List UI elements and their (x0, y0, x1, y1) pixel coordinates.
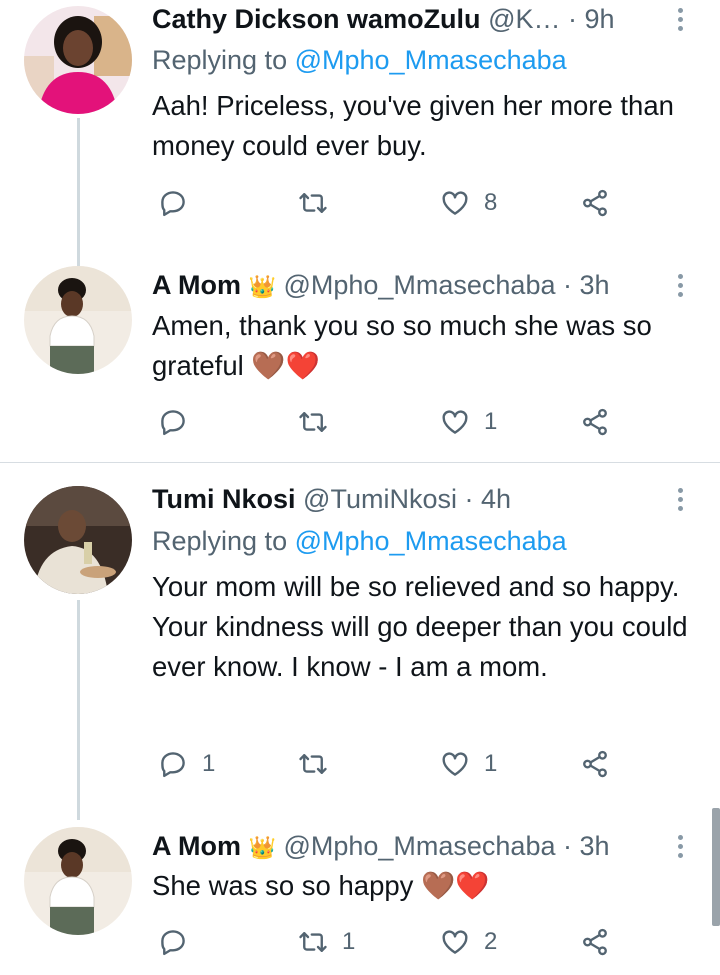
tweet-time[interactable]: 3h (580, 270, 610, 300)
retweet-icon (299, 412, 327, 432)
like-button[interactable]: 8 (440, 183, 497, 223)
tweet-time[interactable]: 9h (585, 4, 615, 34)
reply-count: 1 (202, 750, 216, 777)
like-count: 2 (484, 928, 498, 955)
like-count: 1 (484, 408, 498, 435)
like-count: 8 (484, 189, 498, 216)
share-icon (583, 408, 607, 436)
author-handle[interactable]: @K… (488, 4, 560, 34)
reply-button[interactable] (158, 402, 202, 442)
separator-dot: · (563, 831, 572, 861)
share-button[interactable] (580, 402, 610, 442)
reply-icon (161, 191, 185, 217)
like-icon (442, 191, 468, 215)
replying-to-link[interactable]: @Mpho_Mmasechaba (295, 526, 567, 556)
more-options-icon[interactable] (670, 270, 690, 300)
tweet-actions: 1 (152, 402, 622, 442)
replying-prefix: Replying to (152, 45, 288, 75)
retweet-button[interactable] (298, 402, 342, 442)
like-count: 1 (484, 750, 498, 777)
reply-icon (161, 930, 185, 956)
avatar[interactable] (24, 827, 132, 935)
tweet-time[interactable]: 4h (481, 484, 511, 514)
tweet-actions: 8 (152, 183, 622, 223)
avatar[interactable] (24, 266, 132, 374)
share-icon (583, 750, 607, 778)
author-name[interactable]: A Mom (152, 270, 241, 300)
more-options-icon[interactable] (670, 831, 690, 861)
author-handle[interactable]: @Mpho_Mmasechaba (283, 831, 555, 861)
separator-dot: · (563, 270, 572, 300)
replying-prefix: Replying to (152, 526, 288, 556)
tweet-header: A Mom 👑 @Mpho_Mmasechaba · 3h (152, 828, 680, 864)
author-name[interactable]: Cathy Dickson wamoZulu (152, 4, 481, 34)
reply-icon (161, 752, 185, 778)
tweet-header: A Mom 👑 @Mpho_Mmasechaba · 3h (152, 267, 680, 303)
author-handle[interactable]: @Mpho_Mmasechaba (283, 270, 555, 300)
share-icon (583, 928, 607, 956)
more-options-icon[interactable] (670, 4, 690, 34)
like-icon (442, 930, 468, 954)
thread-divider (0, 462, 720, 463)
author-name[interactable]: Tumi Nkosi (152, 484, 296, 514)
retweet-count: 1 (342, 928, 356, 955)
like-button[interactable]: 1 (440, 744, 497, 784)
like-icon (442, 410, 468, 434)
retweet-icon (299, 754, 327, 774)
retweet-icon (299, 932, 327, 952)
tweet-header: Cathy Dickson wamoZulu @K… · 9h (152, 1, 680, 37)
retweet-button[interactable]: 1 (298, 922, 355, 962)
reply-icon (161, 410, 185, 436)
like-icon (442, 752, 468, 776)
crown-icon: 👑 (248, 835, 276, 860)
separator-dot: · (568, 4, 578, 34)
reply-button[interactable] (158, 922, 202, 962)
replying-to: Replying to @Mpho_Mmasechaba (152, 42, 567, 78)
tweet-text: Amen, thank you so so much she was so gr… (152, 310, 652, 381)
tweet-actions: 1 2 (152, 922, 622, 962)
tweet-header: Tumi Nkosi @TumiNkosi · 4h (152, 481, 680, 517)
retweet-button[interactable] (298, 744, 342, 784)
like-button[interactable]: 1 (440, 402, 497, 442)
separator-dot: · (464, 484, 474, 514)
more-options-icon[interactable] (670, 484, 690, 514)
author-handle[interactable]: @TumiNkosi (303, 484, 457, 514)
share-button[interactable] (580, 922, 610, 962)
tweet-actions: 1 1 (152, 744, 622, 784)
avatar[interactable] (24, 6, 132, 114)
retweet-button[interactable] (298, 183, 342, 223)
scrollbar[interactable] (712, 808, 720, 926)
share-icon (583, 189, 607, 217)
tweet-text: Your mom will be so relieved and so happ… (152, 571, 688, 682)
author-name[interactable]: A Mom (152, 831, 241, 861)
tweet-time[interactable]: 3h (580, 831, 610, 861)
tweet-text: Aah! Priceless, you've given her more th… (152, 90, 674, 161)
thread-line (77, 118, 80, 268)
reply-button[interactable]: 1 (158, 744, 215, 784)
share-button[interactable] (580, 744, 610, 784)
thread-line (77, 600, 80, 820)
reply-button[interactable] (158, 183, 202, 223)
replying-to: Replying to @Mpho_Mmasechaba (152, 523, 567, 559)
crown-icon: 👑 (248, 274, 276, 299)
share-button[interactable] (580, 183, 610, 223)
retweet-icon (299, 193, 327, 213)
replying-to-link[interactable]: @Mpho_Mmasechaba (295, 45, 567, 75)
avatar[interactable] (24, 486, 132, 594)
tweet-text: She was so so happy 🤎❤️ (152, 870, 490, 901)
like-button[interactable]: 2 (440, 922, 497, 962)
